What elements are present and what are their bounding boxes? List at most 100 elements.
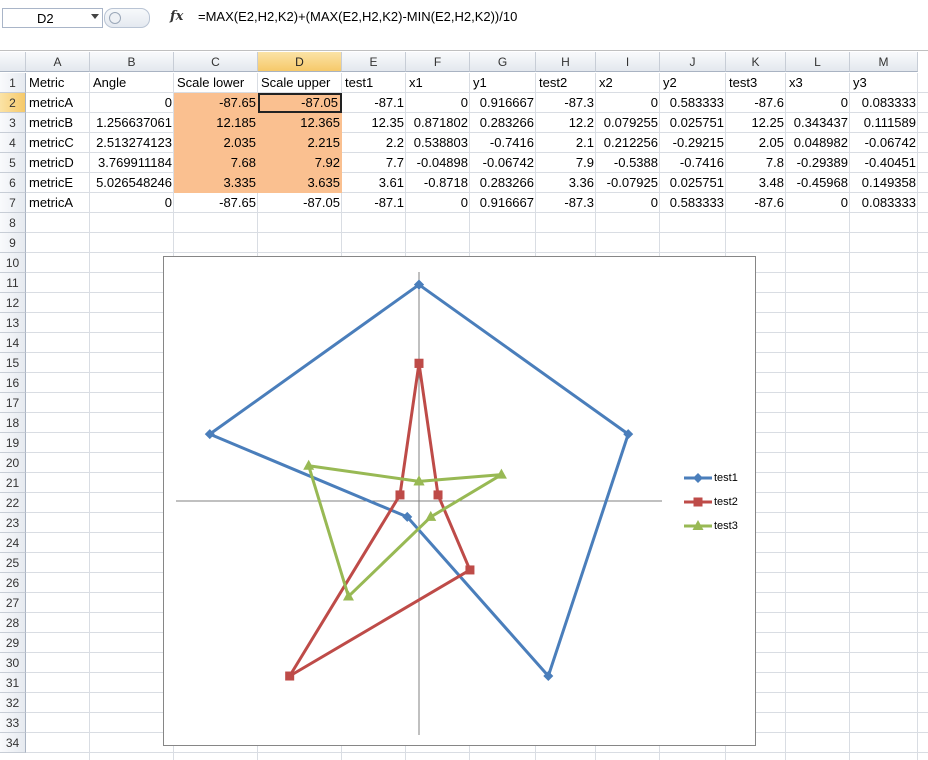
cell-i4[interactable]: 0.212256 bbox=[596, 133, 660, 153]
cell-m2[interactable]: 0.083333 bbox=[850, 93, 918, 113]
row-header-23[interactable]: 23 bbox=[0, 513, 26, 533]
row-header-12[interactable]: 12 bbox=[0, 293, 26, 313]
cell-b6[interactable]: 5.026548246 bbox=[90, 173, 174, 193]
cell-k4[interactable]: 2.05 bbox=[726, 133, 786, 153]
cell-f3[interactable]: 0.871802 bbox=[406, 113, 470, 133]
column-header-c[interactable]: C bbox=[174, 52, 258, 72]
cell-j7[interactable]: 0.583333 bbox=[660, 193, 726, 213]
row-header-27[interactable]: 27 bbox=[0, 593, 26, 613]
column-header-g[interactable]: G bbox=[470, 52, 536, 72]
row-header-19[interactable]: 19 bbox=[0, 433, 26, 453]
row-header-22[interactable]: 22 bbox=[0, 493, 26, 513]
cell-h2[interactable]: -87.3 bbox=[536, 93, 596, 113]
column-header-f[interactable]: F bbox=[406, 52, 470, 72]
row-header-26[interactable]: 26 bbox=[0, 573, 26, 593]
cell-e5[interactable]: 7.7 bbox=[342, 153, 406, 173]
cell-d4[interactable]: 2.215 bbox=[258, 133, 342, 153]
cell-g1[interactable]: y1 bbox=[470, 73, 536, 93]
cell-c6[interactable]: 3.335 bbox=[174, 173, 258, 193]
row-header-24[interactable]: 24 bbox=[0, 533, 26, 553]
radar-scatter-chart[interactable]: test1 test2 test3 bbox=[163, 256, 756, 746]
row-header-17[interactable]: 17 bbox=[0, 393, 26, 413]
cell-k3[interactable]: 12.25 bbox=[726, 113, 786, 133]
cell-j5[interactable]: -0.7416 bbox=[660, 153, 726, 173]
cell-g3[interactable]: 0.283266 bbox=[470, 113, 536, 133]
row-header-4[interactable]: 4 bbox=[0, 133, 26, 153]
column-header-l[interactable]: L bbox=[786, 52, 850, 72]
row-header-25[interactable]: 25 bbox=[0, 553, 26, 573]
cell-e2[interactable]: -87.1 bbox=[342, 93, 406, 113]
cell-i1[interactable]: x2 bbox=[596, 73, 660, 93]
cell-k6[interactable]: 3.48 bbox=[726, 173, 786, 193]
cell-b2[interactable]: 0 bbox=[90, 93, 174, 113]
cell-e7[interactable]: -87.1 bbox=[342, 193, 406, 213]
cell-j6[interactable]: 0.025751 bbox=[660, 173, 726, 193]
cell-b3[interactable]: 1.256637061 bbox=[90, 113, 174, 133]
row-header-11[interactable]: 11 bbox=[0, 273, 26, 293]
cell-k1[interactable]: test3 bbox=[726, 73, 786, 93]
row-header-30[interactable]: 30 bbox=[0, 653, 26, 673]
cell-f6[interactable]: -0.8718 bbox=[406, 173, 470, 193]
cell-a2[interactable]: metricA bbox=[26, 93, 90, 113]
cell-e1[interactable]: test1 bbox=[342, 73, 406, 93]
cell-f2[interactable]: 0 bbox=[406, 93, 470, 113]
cell-e4[interactable]: 2.2 bbox=[342, 133, 406, 153]
cell-b7[interactable]: 0 bbox=[90, 193, 174, 213]
row-header-3[interactable]: 3 bbox=[0, 113, 26, 133]
row-header-10[interactable]: 10 bbox=[0, 253, 26, 273]
cell-g5[interactable]: -0.06742 bbox=[470, 153, 536, 173]
column-header-h[interactable]: H bbox=[536, 52, 596, 72]
cell-g4[interactable]: -0.7416 bbox=[470, 133, 536, 153]
row-header-20[interactable]: 20 bbox=[0, 453, 26, 473]
cell-f7[interactable]: 0 bbox=[406, 193, 470, 213]
column-header-d[interactable]: D bbox=[258, 52, 342, 72]
cell-h4[interactable]: 2.1 bbox=[536, 133, 596, 153]
cell-e3[interactable]: 12.35 bbox=[342, 113, 406, 133]
chevron-down-icon[interactable] bbox=[91, 14, 99, 19]
cell-i5[interactable]: -0.5388 bbox=[596, 153, 660, 173]
row-header-7[interactable]: 7 bbox=[0, 193, 26, 213]
cell-b5[interactable]: 3.769911184 bbox=[90, 153, 174, 173]
cell-d7[interactable]: -87.05 bbox=[258, 193, 342, 213]
cell-b4[interactable]: 2.513274123 bbox=[90, 133, 174, 153]
cell-d1[interactable]: Scale upper bbox=[258, 73, 342, 93]
cell-a4[interactable]: metricC bbox=[26, 133, 90, 153]
name-box[interactable]: D2 bbox=[2, 8, 103, 28]
cell-j2[interactable]: 0.583333 bbox=[660, 93, 726, 113]
row-header-31[interactable]: 31 bbox=[0, 673, 26, 693]
row-header-1[interactable]: 1 bbox=[0, 73, 26, 93]
cell-f1[interactable]: x1 bbox=[406, 73, 470, 93]
cell-g7[interactable]: 0.916667 bbox=[470, 193, 536, 213]
column-header-a[interactable]: A bbox=[26, 52, 90, 72]
cell-c1[interactable]: Scale lower bbox=[174, 73, 258, 93]
cell-h3[interactable]: 12.2 bbox=[536, 113, 596, 133]
cell-h7[interactable]: -87.3 bbox=[536, 193, 596, 213]
column-header-j[interactable]: J bbox=[660, 52, 726, 72]
cell-m1[interactable]: y3 bbox=[850, 73, 918, 93]
cell-d2[interactable]: -87.05 bbox=[258, 93, 342, 113]
cell-c7[interactable]: -87.65 bbox=[174, 193, 258, 213]
row-header-29[interactable]: 29 bbox=[0, 633, 26, 653]
column-header-m[interactable]: M bbox=[850, 52, 918, 72]
cell-b1[interactable]: Angle bbox=[90, 73, 174, 93]
cell-l6[interactable]: -0.45968 bbox=[786, 173, 850, 193]
cell-m3[interactable]: 0.111589 bbox=[850, 113, 918, 133]
cell-i3[interactable]: 0.079255 bbox=[596, 113, 660, 133]
formula-bar-expand-control[interactable] bbox=[104, 8, 150, 28]
cell-a3[interactable]: metricB bbox=[26, 113, 90, 133]
cell-m5[interactable]: -0.40451 bbox=[850, 153, 918, 173]
cell-g2[interactable]: 0.916667 bbox=[470, 93, 536, 113]
cell-k2[interactable]: -87.6 bbox=[726, 93, 786, 113]
cell-k5[interactable]: 7.8 bbox=[726, 153, 786, 173]
cell-a5[interactable]: metricD bbox=[26, 153, 90, 173]
cell-h5[interactable]: 7.9 bbox=[536, 153, 596, 173]
cell-a1[interactable]: Metric bbox=[26, 73, 90, 93]
column-header-b[interactable]: B bbox=[90, 52, 174, 72]
cell-j1[interactable]: y2 bbox=[660, 73, 726, 93]
cell-c4[interactable]: 2.035 bbox=[174, 133, 258, 153]
cell-l1[interactable]: x3 bbox=[786, 73, 850, 93]
row-header-9[interactable]: 9 bbox=[0, 233, 26, 253]
row-header-21[interactable]: 21 bbox=[0, 473, 26, 493]
cell-a6[interactable]: metricE bbox=[26, 173, 90, 193]
cell-e6[interactable]: 3.61 bbox=[342, 173, 406, 193]
